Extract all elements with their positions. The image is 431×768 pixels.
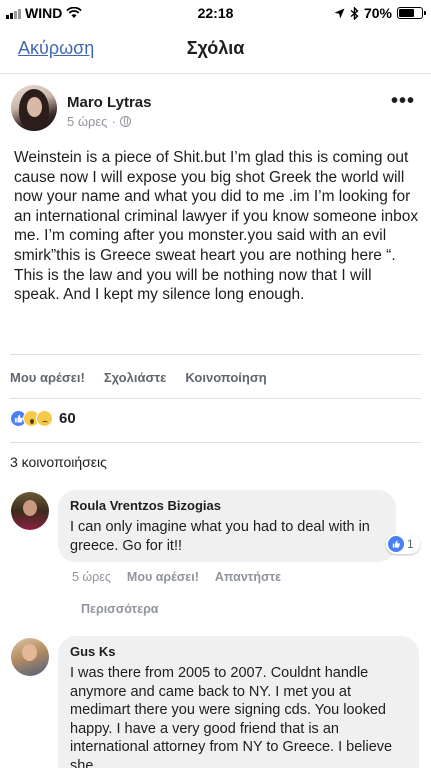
nav-bar: Ακύρωση Σχόλια bbox=[0, 26, 431, 74]
comment-time: 5 ώρες bbox=[72, 570, 111, 584]
sad-reaction-icon bbox=[36, 410, 53, 427]
comment-actions: 5 ώρες Μου αρέσει! Απαντήστε bbox=[72, 570, 281, 584]
post-time[interactable]: 5 ώρες bbox=[67, 114, 107, 129]
author-avatar[interactable] bbox=[11, 85, 57, 131]
share-button[interactable]: Κοινοποίηση bbox=[185, 370, 266, 385]
comment-like-count: 1 bbox=[407, 537, 414, 551]
author-name[interactable]: Maro Lytras bbox=[67, 94, 151, 111]
post-actions: Μου αρέσει! Σχολιάστε Κοινοποίηση bbox=[10, 370, 267, 385]
post-meta: 5 ώρες · bbox=[67, 114, 131, 129]
comment-bubble[interactable]: Roula Vrentzos Bizogias I can only imagi… bbox=[58, 490, 396, 562]
shares-count[interactable]: 3 κοινοποιήσεις bbox=[10, 454, 107, 470]
comment-reply-button[interactable]: Απαντήστε bbox=[215, 570, 281, 584]
comment-bubble[interactable]: Gus Ks I was there from 2005 to 2007. Co… bbox=[58, 636, 419, 768]
commenter-avatar[interactable] bbox=[11, 492, 49, 530]
comment-text: I can only imagine what you had to deal … bbox=[70, 519, 370, 554]
battery-level bbox=[399, 9, 414, 17]
post-body: Weinstein is a piece of Shit.but I’m gla… bbox=[14, 149, 419, 304]
divider bbox=[10, 354, 421, 355]
comment-like-badge[interactable]: 1 bbox=[386, 534, 420, 554]
commenter-avatar[interactable] bbox=[11, 638, 49, 676]
battery-percent: 70% bbox=[363, 5, 392, 21]
comment-like-button[interactable]: Μου αρέσει! bbox=[127, 570, 199, 584]
post-header: Maro Lytras 5 ώρες · ••• bbox=[0, 74, 431, 144]
commenter-name[interactable]: Roula Vrentzos Bizogias bbox=[70, 498, 384, 513]
battery-icon bbox=[397, 7, 426, 19]
divider bbox=[10, 442, 421, 443]
comment-text: I was there from 2005 to 2007. Couldnt h… bbox=[70, 665, 393, 768]
status-right: 70% bbox=[334, 5, 426, 21]
globe-icon bbox=[119, 116, 131, 127]
reactions-summary[interactable]: 60 bbox=[10, 410, 76, 427]
bluetooth-icon bbox=[350, 6, 359, 20]
page-title: Σχόλια bbox=[186, 38, 245, 58]
reaction-count: 60 bbox=[59, 410, 76, 427]
status-bar: WIND 22:18 70% bbox=[0, 0, 431, 26]
more-replies-link[interactable]: Περισσότερα bbox=[81, 602, 158, 616]
divider bbox=[10, 398, 421, 399]
like-button[interactable]: Μου αρέσει! bbox=[10, 370, 85, 385]
comment-button[interactable]: Σχολιάστε bbox=[104, 370, 166, 385]
more-options-icon[interactable]: ••• bbox=[391, 91, 415, 111]
commenter-name[interactable]: Gus Ks bbox=[70, 644, 407, 659]
like-reaction-icon bbox=[388, 536, 404, 552]
meta-separator: · bbox=[111, 114, 116, 129]
location-arrow-icon bbox=[334, 8, 345, 18]
